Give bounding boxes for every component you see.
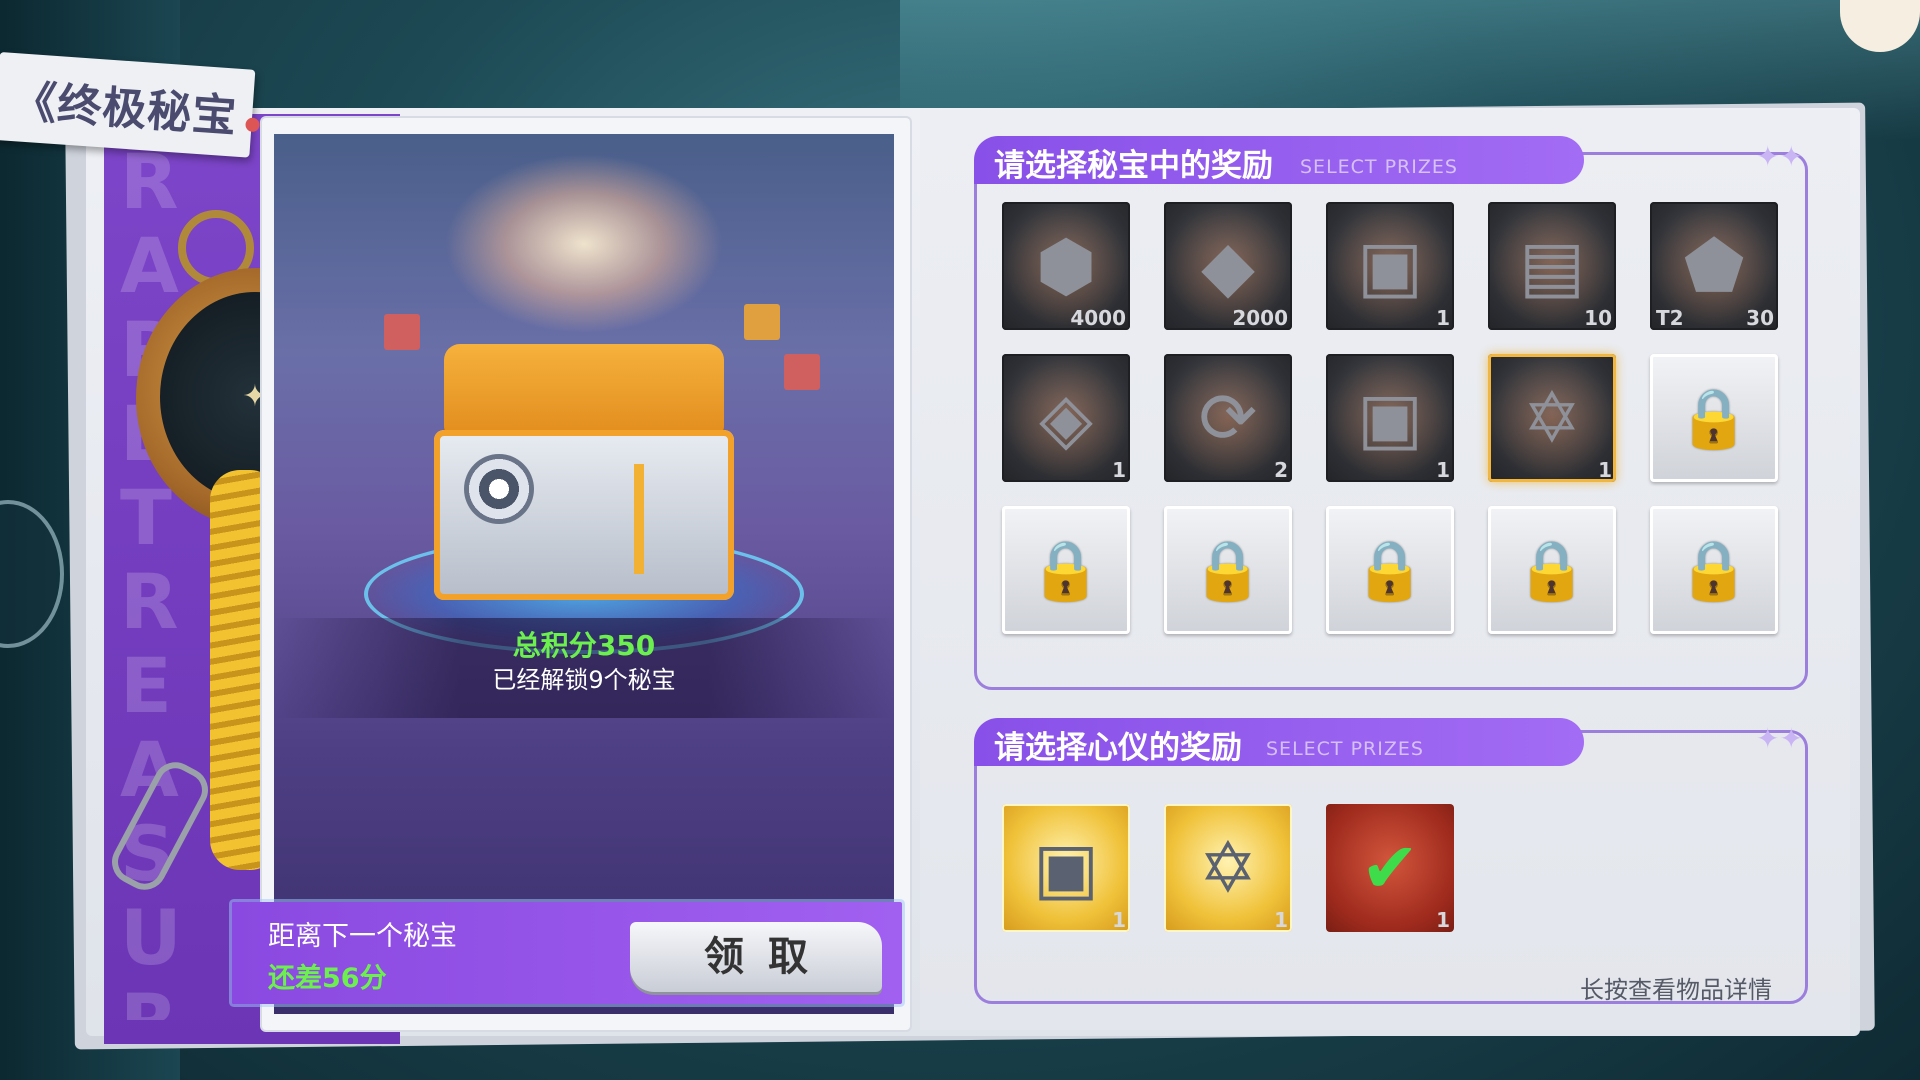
lock-icon: 🔒 bbox=[1677, 384, 1751, 452]
reward-slot[interactable]: ⟳ 2 bbox=[1164, 354, 1292, 482]
ore-icon: ◈ bbox=[1039, 377, 1093, 459]
reward-quantity: 1 bbox=[1274, 908, 1288, 932]
lock-icon: 🔒 bbox=[1353, 536, 1427, 604]
reward-slot[interactable]: ◆ 2000 bbox=[1164, 202, 1292, 330]
gift-icon bbox=[784, 354, 820, 390]
gift-icon bbox=[384, 314, 420, 350]
locked-reward-slot[interactable]: 🔒 bbox=[1002, 506, 1130, 634]
locked-reward-slot[interactable]: 🔒 bbox=[1488, 506, 1616, 634]
section-title: 请选择秘宝中的奖励 bbox=[994, 148, 1273, 184]
treasure-chest-icon[interactable] bbox=[424, 344, 744, 604]
section-subtitle: SELECT PRIZES bbox=[1300, 156, 1458, 178]
reward-quantity: 1 bbox=[1436, 458, 1450, 482]
lock-icon: 🔒 bbox=[1191, 536, 1265, 604]
reward-slot[interactable]: ✡ 1 bbox=[1164, 804, 1292, 932]
reward-slot[interactable]: ▤ 10 bbox=[1488, 202, 1616, 330]
treasure-scene: 总积分350 已经解锁9个秘宝 bbox=[274, 134, 894, 1014]
reward-slot[interactable]: ▣ 1 bbox=[1002, 804, 1130, 932]
reward-slot[interactable]: ▣ 1 bbox=[1326, 202, 1454, 330]
section-subtitle: SELECT PRIZES bbox=[1266, 738, 1424, 760]
section-title: 请选择心仪的奖励 bbox=[994, 730, 1242, 766]
tree-glow bbox=[444, 154, 724, 334]
sparkle-icon: ✦✦ bbox=[1756, 140, 1803, 173]
reward-quantity: 4000 bbox=[1070, 306, 1126, 330]
next-treasure-label: 距离下一个秘宝 bbox=[268, 921, 457, 952]
reward-quantity: 1 bbox=[1436, 908, 1450, 932]
reward-slot[interactable]: ▣ 1 bbox=[1326, 354, 1454, 482]
reward-slot[interactable]: ◈ 1 bbox=[1002, 354, 1130, 482]
locked-reward-slot[interactable]: 🔒 bbox=[1326, 506, 1454, 634]
gold-star-plate-icon: ✡ bbox=[1198, 827, 1258, 909]
lock-icon: 🔒 bbox=[1515, 536, 1589, 604]
locked-reward-slot[interactable]: 🔒 bbox=[1164, 506, 1292, 634]
reward-quantity: 2 bbox=[1274, 458, 1288, 482]
lock-icon: 🔒 bbox=[1677, 536, 1751, 604]
total-score: 总积分350 bbox=[512, 629, 656, 662]
back-title-button[interactable]: 《终极秘宝 bbox=[0, 52, 261, 158]
chest-icon: ▣ bbox=[1356, 377, 1424, 459]
reward-quantity: 10 bbox=[1584, 306, 1612, 330]
gift-icon bbox=[744, 304, 780, 340]
reward-tier: T2 bbox=[1656, 306, 1684, 330]
chest-lid bbox=[444, 344, 724, 444]
scroll-icon: ⟳ bbox=[1198, 377, 1258, 459]
lock-icon: 🔒 bbox=[1029, 536, 1103, 604]
chest-icon: ▣ bbox=[1356, 225, 1424, 307]
unlocked-count: 已经解锁9个秘宝 bbox=[492, 666, 676, 694]
green-check-icon: ✔ bbox=[1360, 827, 1420, 909]
reward-slot[interactable]: ✔ 1 bbox=[1326, 804, 1454, 932]
reward-quantity: 30 bbox=[1746, 306, 1774, 330]
section-header: 请选择心仪的奖励 SELECT PRIZES bbox=[974, 718, 1584, 766]
reward-slot[interactable]: ⬢ 4000 bbox=[1002, 202, 1130, 330]
reward-quantity: 1 bbox=[1112, 908, 1126, 932]
reward-slot[interactable]: ✡ 1 bbox=[1488, 354, 1616, 482]
sparkle-icon: ✦✦ bbox=[1756, 722, 1803, 755]
locked-reward-slot[interactable]: 🔒 bbox=[1650, 354, 1778, 482]
reward-quantity: 1 bbox=[1598, 458, 1612, 482]
page-title: 《终极秘宝 bbox=[10, 76, 239, 143]
reward-quantity: 2000 bbox=[1232, 306, 1288, 330]
gold-chest-icon: ▣ bbox=[1032, 827, 1100, 909]
section-header: 请选择秘宝中的奖励 SELECT PRIZES bbox=[974, 136, 1584, 184]
reward-quantity: 1 bbox=[1112, 458, 1126, 482]
points-needed: 还差56分 bbox=[268, 963, 387, 994]
reward-quantity: 1 bbox=[1436, 306, 1450, 330]
star-plate-icon: ✡ bbox=[1522, 377, 1582, 459]
chest-stripe bbox=[634, 464, 644, 574]
locked-reward-slot[interactable]: 🔒 bbox=[1650, 506, 1778, 634]
hint-text: 长按查看物品详情 bbox=[1580, 976, 1772, 1004]
reward-slot[interactable]: ⬟ T2 30 bbox=[1650, 202, 1778, 330]
chest-lock-icon bbox=[464, 454, 534, 524]
claim-button[interactable]: 领取 bbox=[630, 922, 882, 992]
